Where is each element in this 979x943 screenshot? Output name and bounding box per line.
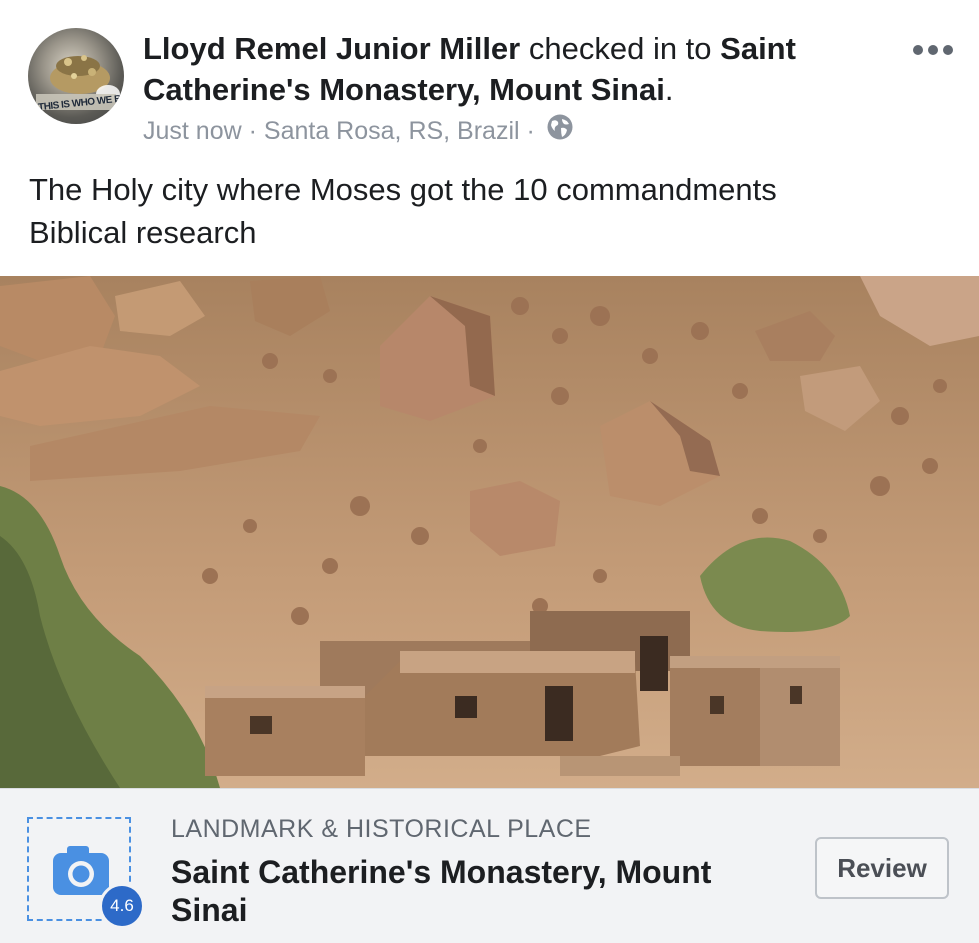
globe-icon[interactable] xyxy=(546,113,574,149)
add-photo-button[interactable]: 4.6 xyxy=(27,817,145,929)
post-location[interactable]: Santa Rosa, RS, Brazil xyxy=(264,117,520,145)
post-meta: Just now · Santa Rosa, RS, Brazil · xyxy=(143,113,574,149)
checkin-action: checked in to xyxy=(520,31,721,66)
post-text-line: Biblical research xyxy=(29,215,257,250)
review-button[interactable]: Review xyxy=(815,837,949,899)
avatar[interactable]: THIS IS WHO WE B xyxy=(28,28,124,124)
post-photo[interactable] xyxy=(0,276,979,788)
rating-badge: 4.6 xyxy=(99,883,145,929)
landscape-image xyxy=(0,276,979,788)
post-text: The Holy city where Moses got the 10 com… xyxy=(29,168,949,254)
meta-separator: · xyxy=(248,117,257,145)
more-options-icon[interactable] xyxy=(912,40,954,60)
meta-separator: · xyxy=(526,117,535,145)
post-header: THIS IS WHO WE B Lloyd Remel Junior Mill… xyxy=(0,0,979,276)
post-headline: Lloyd Remel Junior Miller checked in to … xyxy=(143,28,883,110)
headline-period: . xyxy=(664,72,674,107)
place-card[interactable]: 4.6 LANDMARK & HISTORICAL PLACE Saint Ca… xyxy=(0,788,979,943)
post-text-line: The Holy city where Moses got the 10 com… xyxy=(29,172,777,207)
post-time[interactable]: Just now xyxy=(143,117,242,145)
place-category: LANDMARK & HISTORICAL PLACE xyxy=(171,815,592,843)
author-name[interactable]: Lloyd Remel Junior Miller xyxy=(143,31,520,66)
place-name[interactable]: Saint Catherine's Monastery, Mount Sinai xyxy=(171,853,771,929)
